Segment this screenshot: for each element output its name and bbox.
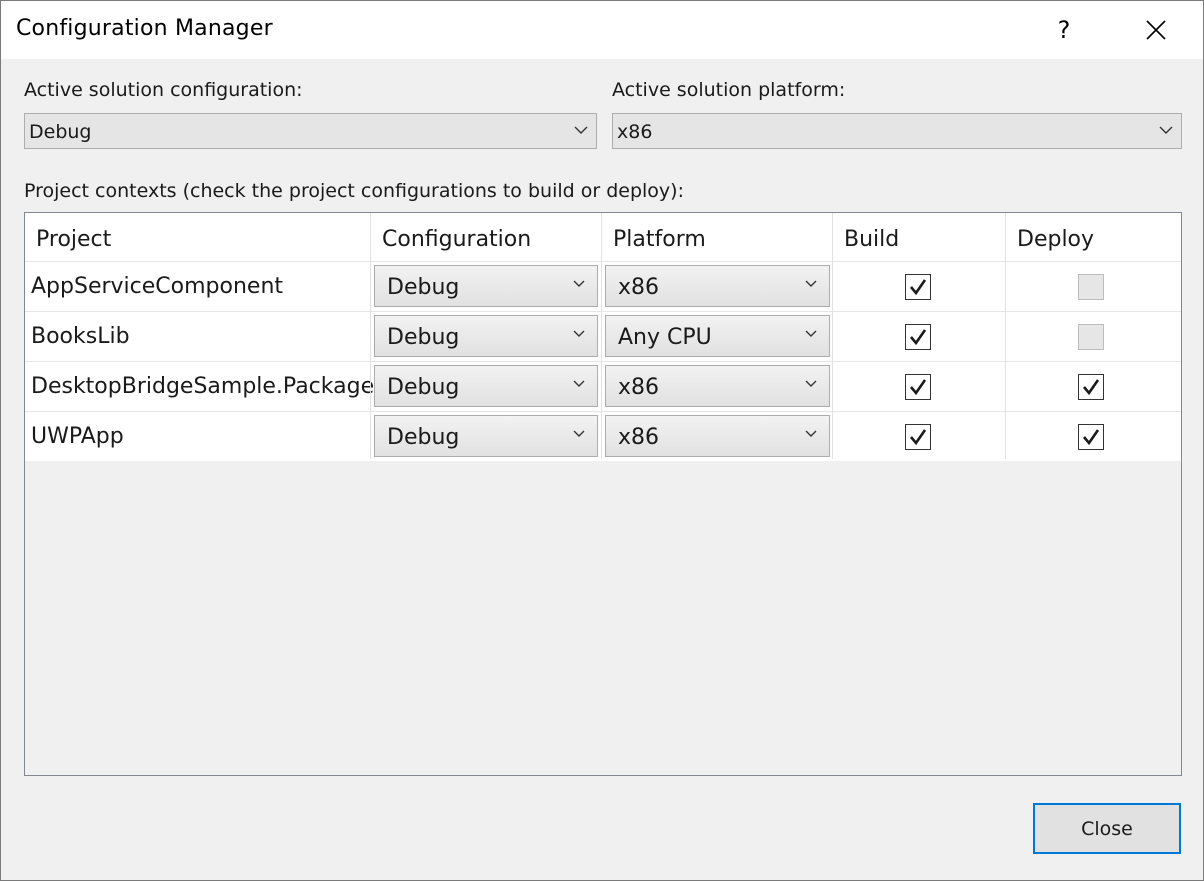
table-row: BooksLib Debug Any CPU <box>25 311 1181 361</box>
project-name: DesktopBridgeSample.Package <box>31 374 375 399</box>
project-configuration-dropdown[interactable]: Debug <box>374 265 598 307</box>
project-contexts-grid: Project Configuration Platform Build Dep… <box>24 212 1182 776</box>
active-solution-platform-dropdown[interactable]: x86 <box>612 113 1182 149</box>
project-name: UWPApp <box>31 424 124 449</box>
project-configuration-value: Debug <box>387 325 460 350</box>
table-row: DesktopBridgeSample.Package Debug x86 <box>25 361 1181 411</box>
table-row: UWPApp Debug x86 <box>25 411 1181 461</box>
grid-header: Project Configuration Platform Build Dep… <box>25 213 1181 261</box>
build-checkbox[interactable] <box>905 424 931 450</box>
active-solution-platform-value: x86 <box>617 121 653 143</box>
project-configuration-dropdown[interactable]: Debug <box>374 415 598 457</box>
column-header-configuration[interactable]: Configuration <box>382 227 531 252</box>
chevron-down-icon <box>1159 126 1173 134</box>
project-configuration-value: Debug <box>387 425 460 450</box>
project-platform-dropdown[interactable]: x86 <box>605 415 830 457</box>
checkmark-icon <box>910 279 927 296</box>
deploy-checkbox <box>1078 324 1104 350</box>
project-platform-dropdown[interactable]: x86 <box>605 265 830 307</box>
project-configuration-dropdown[interactable]: Debug <box>374 315 598 357</box>
column-header-project[interactable]: Project <box>36 227 111 252</box>
column-divider <box>832 213 833 459</box>
column-divider <box>370 213 371 459</box>
chevron-down-icon <box>573 380 585 387</box>
deploy-checkbox <box>1078 274 1104 300</box>
checkmark-icon <box>1083 379 1100 396</box>
build-checkbox[interactable] <box>905 374 931 400</box>
project-name: BooksLib <box>31 324 130 349</box>
close-button[interactable]: Close <box>1033 803 1181 854</box>
chevron-down-icon <box>805 430 817 437</box>
project-platform-value: Any CPU <box>618 325 712 350</box>
project-name: AppServiceComponent <box>31 274 284 299</box>
deploy-checkbox[interactable] <box>1078 424 1104 450</box>
checkmark-icon <box>1083 429 1100 446</box>
table-row: AppServiceComponent Debug x86 <box>25 261 1181 311</box>
chevron-down-icon <box>573 280 585 287</box>
project-contexts-label: Project contexts (check the project conf… <box>24 180 684 202</box>
active-solution-configuration-value: Debug <box>29 121 92 143</box>
column-divider <box>601 213 602 459</box>
checkmark-icon <box>910 429 927 446</box>
title-bar: Configuration Manager ? <box>1 1 1203 59</box>
help-button[interactable]: ? <box>1041 7 1087 53</box>
build-checkbox[interactable] <box>905 324 931 350</box>
active-solution-platform-label: Active solution platform: <box>612 79 846 101</box>
project-platform-value: x86 <box>618 375 660 400</box>
chevron-down-icon <box>573 330 585 337</box>
project-configuration-dropdown[interactable]: Debug <box>374 365 598 407</box>
configuration-manager-dialog: Configuration Manager ? Active solution … <box>0 0 1204 881</box>
active-solution-configuration-label: Active solution configuration: <box>24 79 303 101</box>
project-platform-value: x86 <box>618 275 660 300</box>
dialog-title: Configuration Manager <box>16 16 273 41</box>
column-header-build[interactable]: Build <box>844 227 899 252</box>
chevron-down-icon <box>805 380 817 387</box>
checkmark-icon <box>910 329 927 346</box>
close-icon <box>1146 20 1166 40</box>
column-divider <box>1005 213 1006 459</box>
project-platform-dropdown[interactable]: Any CPU <box>605 315 830 357</box>
project-platform-dropdown[interactable]: x86 <box>605 365 830 407</box>
close-button-label: Close <box>1081 817 1133 840</box>
active-solution-configuration-dropdown[interactable]: Debug <box>24 113 597 149</box>
close-window-button[interactable] <box>1133 7 1179 53</box>
deploy-checkbox[interactable] <box>1078 374 1104 400</box>
checkmark-icon <box>910 379 927 396</box>
build-checkbox[interactable] <box>905 274 931 300</box>
project-configuration-value: Debug <box>387 375 460 400</box>
chevron-down-icon <box>573 430 585 437</box>
column-header-deploy[interactable]: Deploy <box>1017 227 1094 252</box>
chevron-down-icon <box>805 330 817 337</box>
project-platform-value: x86 <box>618 425 660 450</box>
chevron-down-icon <box>805 280 817 287</box>
chevron-down-icon <box>574 126 588 134</box>
project-configuration-value: Debug <box>387 275 460 300</box>
column-header-platform[interactable]: Platform <box>613 227 706 252</box>
